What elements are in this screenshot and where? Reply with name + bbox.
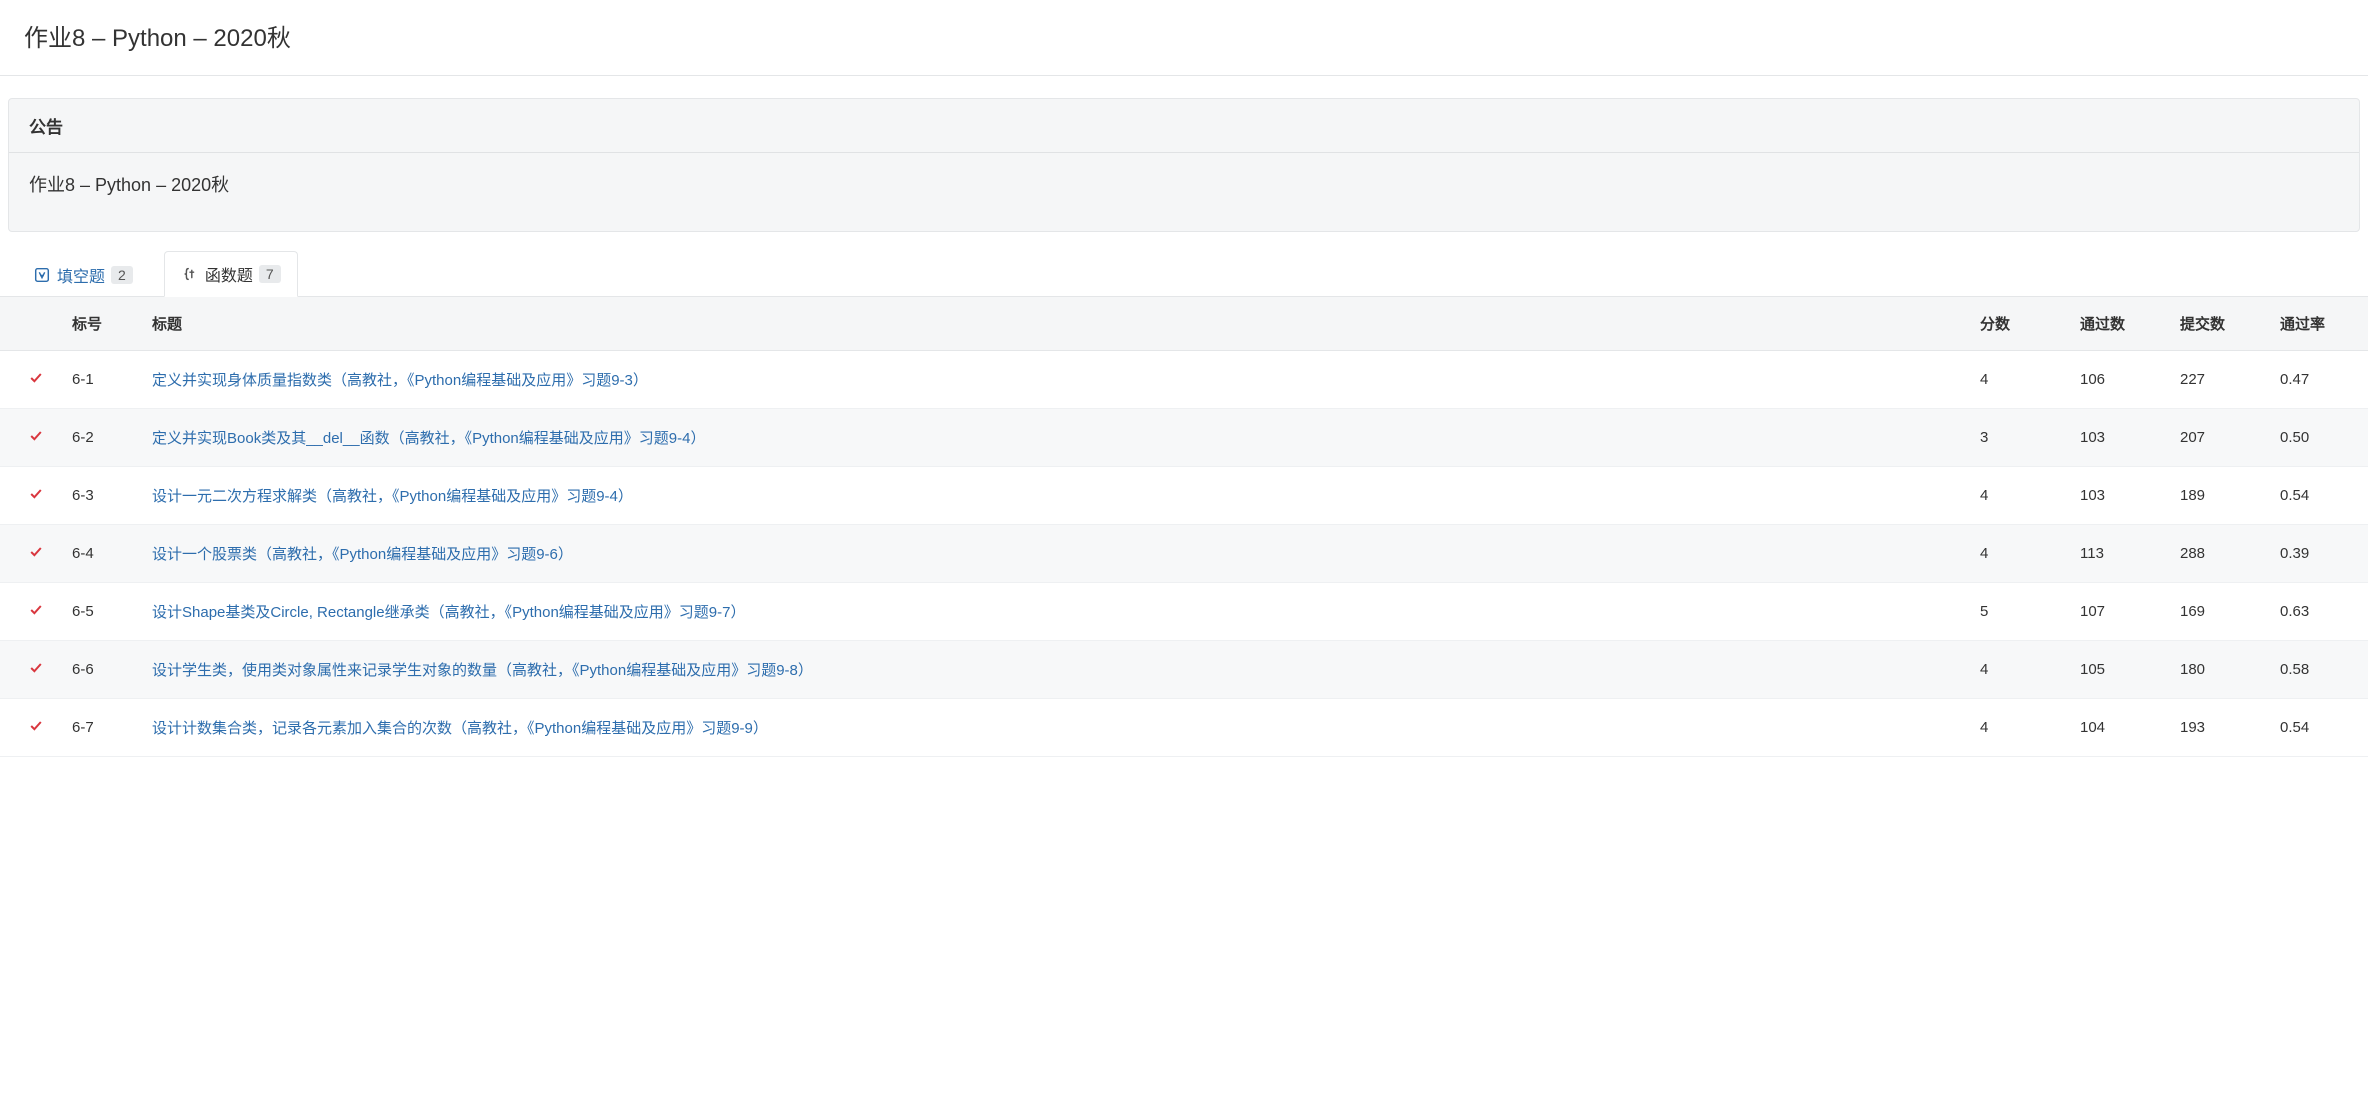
check-icon [28, 602, 44, 618]
problem-link[interactable]: 设计学生类，使用类对象属性来记录学生对象的数量（高教社，《Python编程基础及… [152, 662, 813, 679]
title-cell: 设计Shape基类及Circle, Rectangle继承类（高教社，《Pyth… [140, 583, 1968, 641]
id-cell: 6-2 [60, 409, 140, 467]
id-cell: 6-6 [60, 641, 140, 699]
status-cell [0, 409, 60, 467]
tab-function[interactable]: 函数题 7 [164, 251, 298, 297]
problem-link[interactable]: 定义并实现Book类及其__del__函数（高教社，《Python编程基础及应用… [152, 430, 705, 447]
submit-count-cell: 227 [2168, 351, 2268, 409]
id-cell: 6-5 [60, 583, 140, 641]
tab-label: 填空题 [57, 263, 105, 287]
pass-rate-cell: 0.58 [2268, 641, 2368, 699]
check-icon [28, 428, 44, 444]
pass-count-cell: 107 [2068, 583, 2168, 641]
id-cell: 6-3 [60, 467, 140, 525]
submit-count-cell: 288 [2168, 525, 2268, 583]
score-cell: 3 [1968, 409, 2068, 467]
score-cell: 4 [1968, 525, 2068, 583]
tab-fill-blank[interactable]: 填空题 2 [16, 252, 150, 297]
submit-count-cell: 193 [2168, 699, 2268, 757]
check-icon [28, 370, 44, 386]
pass-rate-cell: 0.50 [2268, 409, 2368, 467]
submit-count-cell: 180 [2168, 641, 2268, 699]
score-cell: 4 [1968, 699, 2068, 757]
announcement-panel: 公告 作业8 – Python – 2020秋 [8, 98, 2360, 232]
pass-rate-cell: 0.47 [2268, 351, 2368, 409]
th-score: 分数 [1968, 297, 2068, 351]
check-icon [28, 486, 44, 502]
announcement-header: 公告 [9, 99, 2359, 153]
tab-label: 函数题 [205, 262, 253, 286]
table-row: 6-4 设计一个股票类（高教社，《Python编程基础及应用》习题9-6） 4113… [0, 525, 2368, 583]
tabs-bar: 填空题 2 函数题 7 [0, 232, 2368, 297]
title-cell: 设计计数集合类，记录各元素加入集合的次数（高教社，《Python编程基础及应用》… [140, 699, 1968, 757]
tab-count-badge: 2 [111, 266, 133, 284]
submit-count-cell: 207 [2168, 409, 2268, 467]
th-status [0, 297, 60, 351]
th-pass-count: 通过数 [2068, 297, 2168, 351]
pass-count-cell: 105 [2068, 641, 2168, 699]
status-cell [0, 525, 60, 583]
status-cell [0, 467, 60, 525]
table-row: 6-5 设计Shape基类及Circle, Rectangle继承类（高教社，《P… [0, 583, 2368, 641]
pass-count-cell: 113 [2068, 525, 2168, 583]
pass-count-cell: 103 [2068, 409, 2168, 467]
status-cell [0, 641, 60, 699]
table-row: 6-2 定义并实现Book类及其__del__函数（高教社，《Python编程基础… [0, 409, 2368, 467]
check-icon [28, 660, 44, 676]
score-cell: 4 [1968, 351, 2068, 409]
score-cell: 5 [1968, 583, 2068, 641]
status-cell [0, 583, 60, 641]
pass-rate-cell: 0.63 [2268, 583, 2368, 641]
pass-count-cell: 104 [2068, 699, 2168, 757]
pass-rate-cell: 0.54 [2268, 467, 2368, 525]
table-row: 6-6 设计学生类，使用类对象属性来记录学生对象的数量（高教社，《Python编程… [0, 641, 2368, 699]
fill-blank-icon [33, 266, 51, 284]
id-cell: 6-4 [60, 525, 140, 583]
id-cell: 6-7 [60, 699, 140, 757]
title-cell: 设计学生类，使用类对象属性来记录学生对象的数量（高教社，《Python编程基础及… [140, 641, 1968, 699]
pass-rate-cell: 0.54 [2268, 699, 2368, 757]
title-cell: 定义并实现Book类及其__del__函数（高教社，《Python编程基础及应用… [140, 409, 1968, 467]
table-row: 6-1 定义并实现身体质量指数类（高教社，《Python编程基础及应用》习题9-3… [0, 351, 2368, 409]
check-icon [28, 718, 44, 734]
announcement-body: 作业8 – Python – 2020秋 [9, 153, 2359, 231]
tab-count-badge: 7 [259, 265, 281, 283]
th-id: 标号 [60, 297, 140, 351]
title-cell: 设计一元二次方程求解类（高教社，《Python编程基础及应用》习题9-4） [140, 467, 1968, 525]
status-cell [0, 699, 60, 757]
submit-count-cell: 189 [2168, 467, 2268, 525]
th-pass-rate: 通过率 [2268, 297, 2368, 351]
th-submit-count: 提交数 [2168, 297, 2268, 351]
page-title: 作业8 – Python – 2020秋 [0, 0, 2368, 76]
status-cell [0, 351, 60, 409]
problem-link[interactable]: 设计Shape基类及Circle, Rectangle继承类（高教社，《Pyth… [152, 604, 745, 621]
pass-count-cell: 106 [2068, 351, 2168, 409]
problems-table: 标号 标题 分数 通过数 提交数 通过率 6-1 定义并实现身体质量指数类（高教社… [0, 297, 2368, 757]
id-cell: 6-1 [60, 351, 140, 409]
problem-link[interactable]: 定义并实现身体质量指数类（高教社，《Python编程基础及应用》习题9-3） [152, 372, 648, 389]
submit-count-cell: 169 [2168, 583, 2268, 641]
problem-link[interactable]: 设计一元二次方程求解类（高教社，《Python编程基础及应用》习题9-4） [152, 488, 633, 505]
function-icon [181, 265, 199, 283]
problem-link[interactable]: 设计一个股票类（高教社，《Python编程基础及应用》习题9-6） [152, 546, 573, 563]
check-icon [28, 544, 44, 560]
title-cell: 定义并实现身体质量指数类（高教社，《Python编程基础及应用》习题9-3） [140, 351, 1968, 409]
problem-link[interactable]: 设计计数集合类，记录各元素加入集合的次数（高教社，《Python编程基础及应用》… [152, 720, 768, 737]
table-row: 6-3 设计一元二次方程求解类（高教社，《Python编程基础及应用》习题9-4）… [0, 467, 2368, 525]
pass-count-cell: 103 [2068, 467, 2168, 525]
pass-rate-cell: 0.39 [2268, 525, 2368, 583]
th-title: 标题 [140, 297, 1968, 351]
title-cell: 设计一个股票类（高教社，《Python编程基础及应用》习题9-6） [140, 525, 1968, 583]
score-cell: 4 [1968, 641, 2068, 699]
table-row: 6-7 设计计数集合类，记录各元素加入集合的次数（高教社，《Python编程基础及… [0, 699, 2368, 757]
score-cell: 4 [1968, 467, 2068, 525]
